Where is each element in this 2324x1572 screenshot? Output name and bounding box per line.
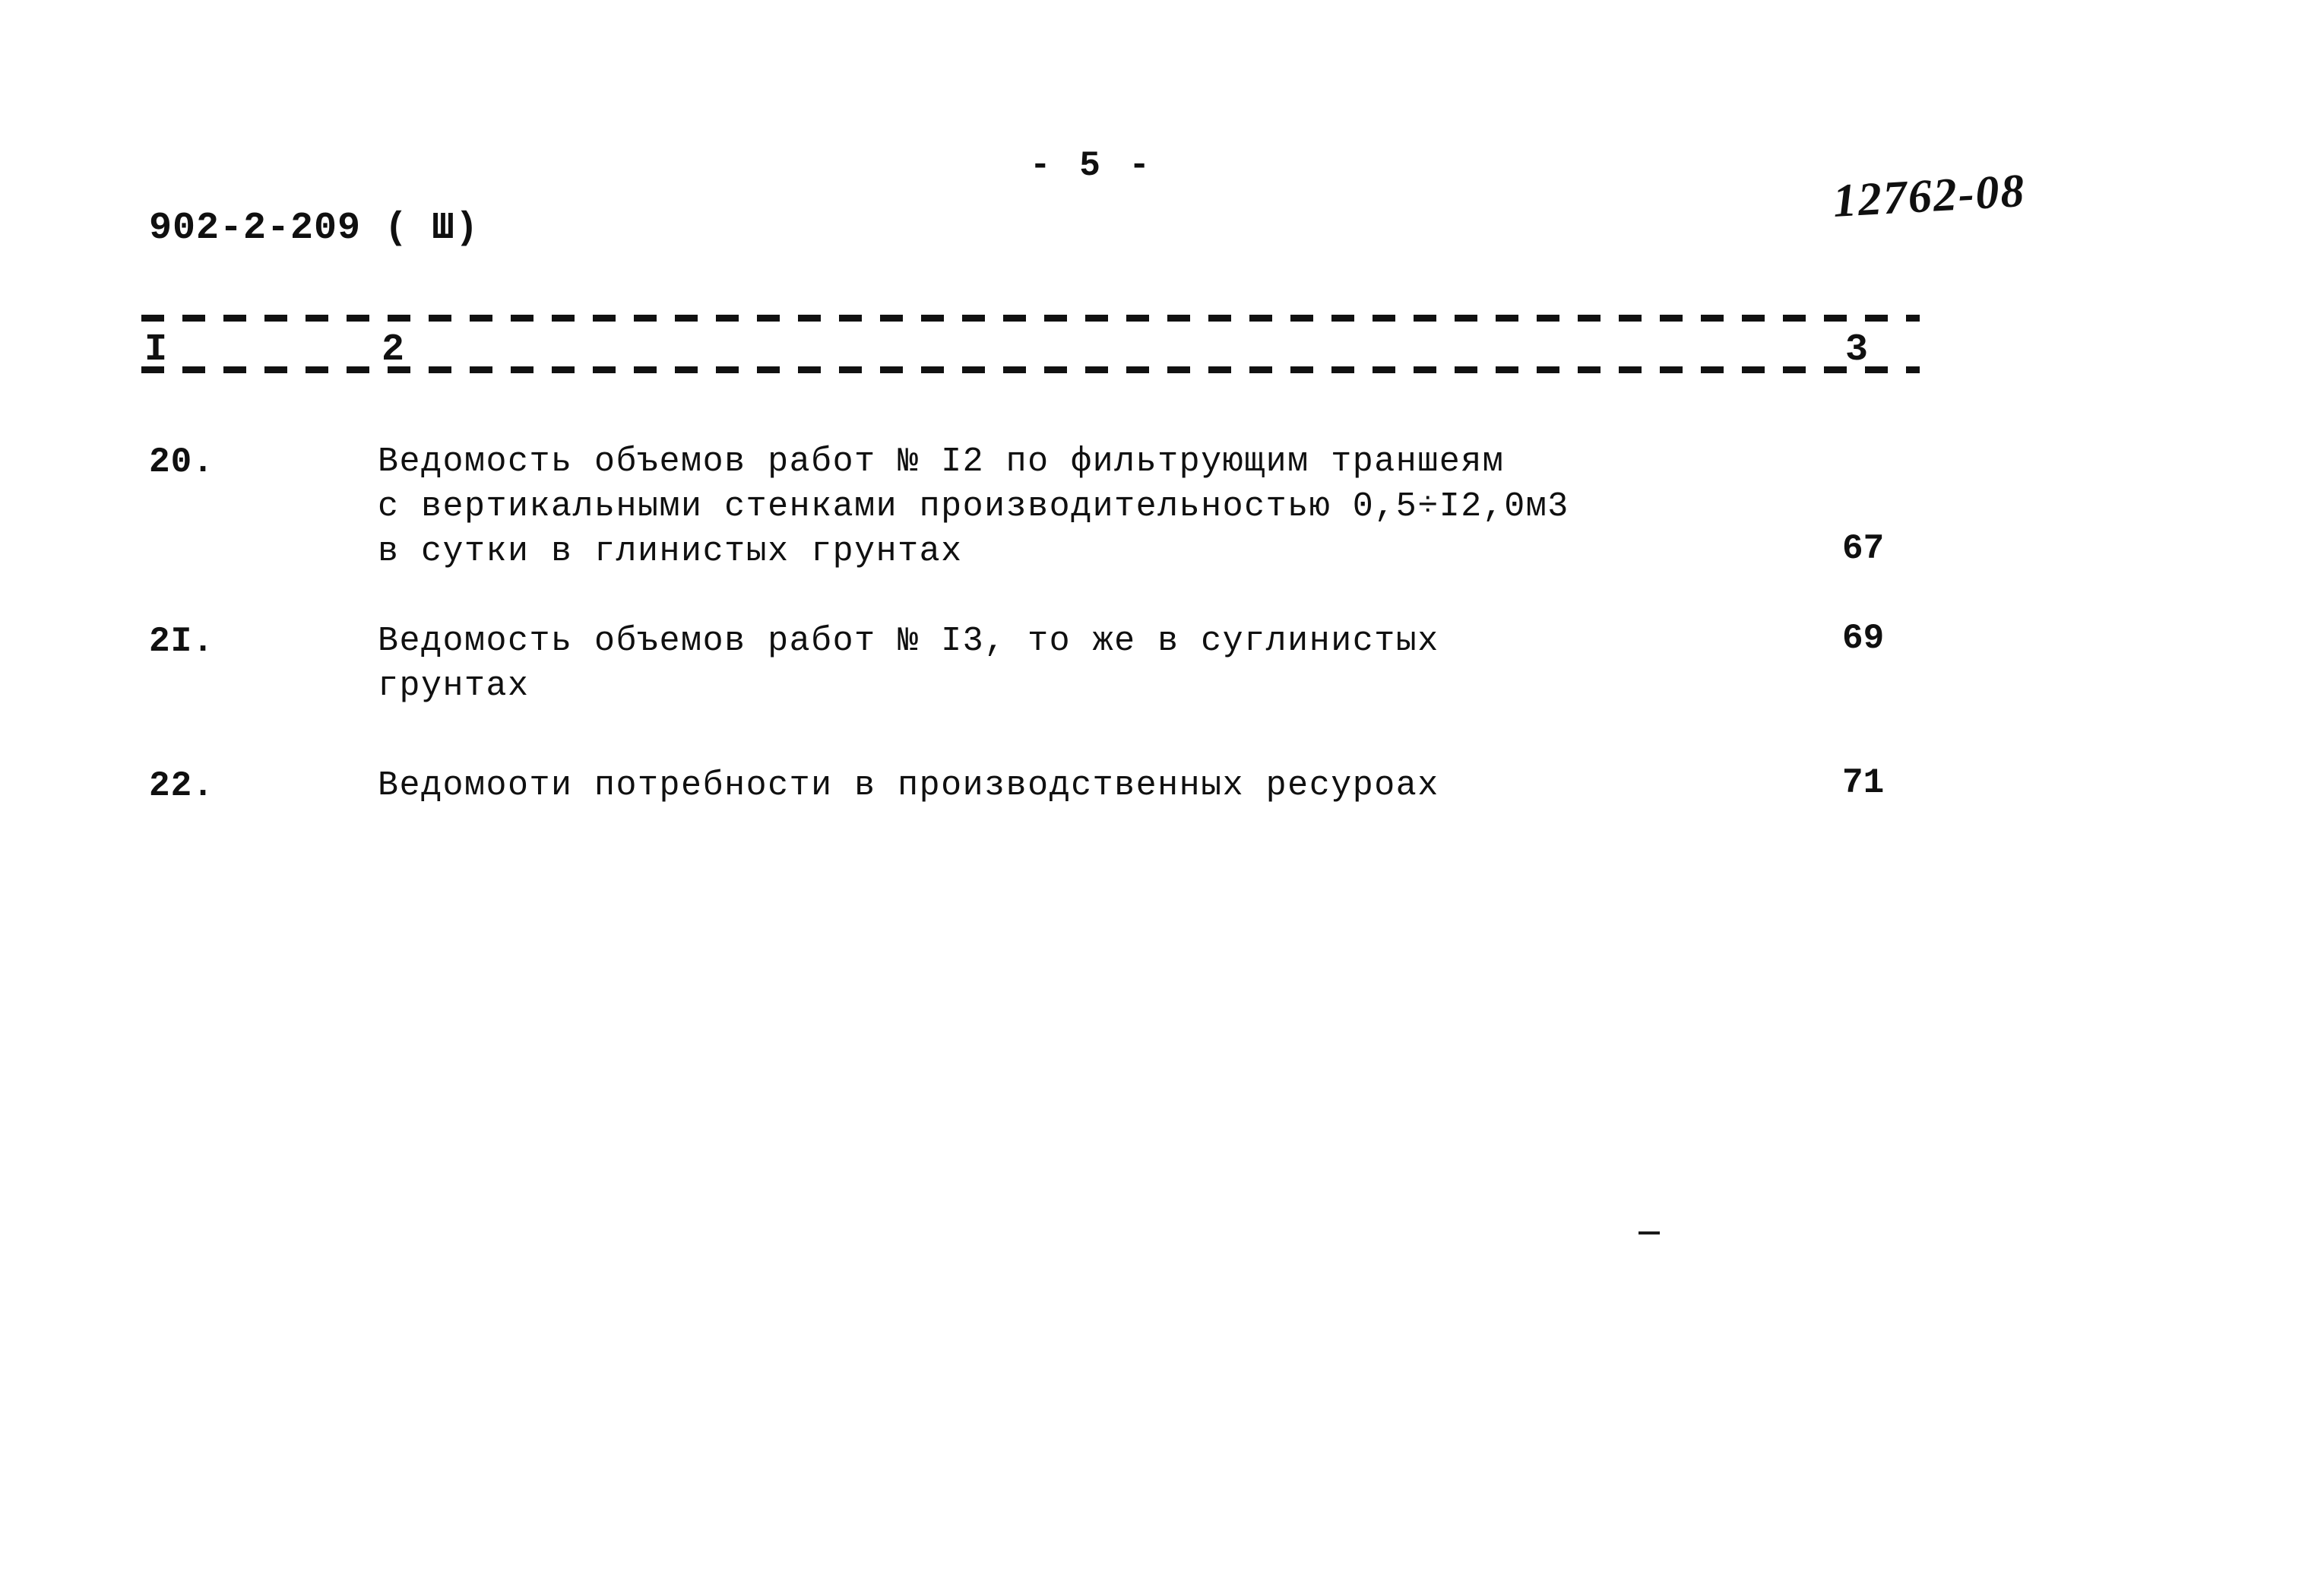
row-title: Ведомость объемов работ № I3, то же в су…: [378, 622, 1439, 705]
row-number: 2I.: [149, 622, 214, 661]
page-number-label: - 5 -: [1030, 146, 1154, 185]
column-header-3: 3: [1845, 328, 1869, 372]
table-rule-top: [141, 315, 1920, 322]
document-code: 902-2-209 ( Ш): [149, 207, 480, 250]
column-header-2: 2: [382, 328, 405, 372]
row-page-number: 69: [1842, 619, 1885, 658]
row-number: 20.: [149, 442, 214, 482]
row-page-number: 71: [1842, 763, 1885, 803]
table-rule-bottom: [141, 366, 1920, 373]
row-title: Ведомость объемов работ № I2 по фильтрую…: [378, 442, 1569, 571]
column-header-1: I: [144, 328, 168, 372]
document-page: 902-2-209 ( Ш) - 5 - 12762-08 I 2 3 20. …: [0, 0, 2324, 1572]
handwritten-archive-number: 12762-08: [1832, 164, 2028, 227]
scan-artifact-mark: [1639, 1231, 1660, 1234]
row-title: Ведомооти потребности в производственных…: [378, 766, 1439, 805]
row-number: 22.: [149, 766, 214, 806]
row-page-number: 67: [1842, 529, 1885, 569]
